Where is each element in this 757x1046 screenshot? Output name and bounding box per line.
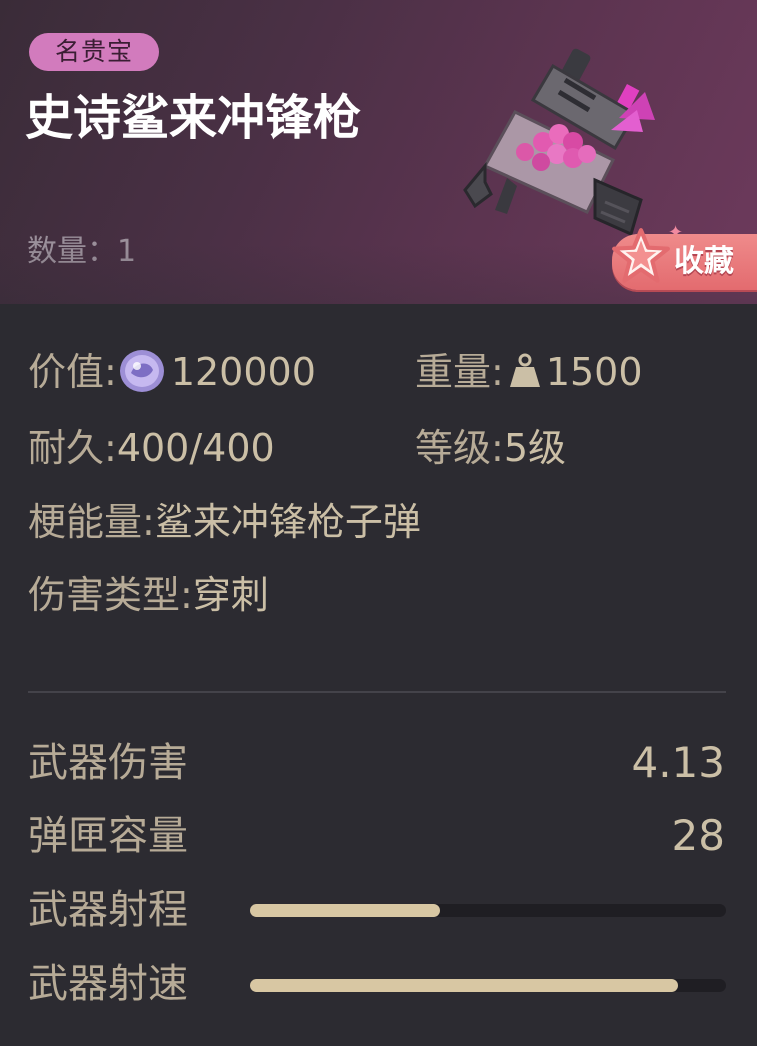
fire-rate-bar bbox=[250, 979, 726, 992]
range-bar bbox=[250, 904, 726, 917]
stat-damage-value: 4.13 bbox=[631, 738, 725, 787]
quantity-value: 1 bbox=[117, 234, 137, 269]
stat-damage-label: 武器伤害 bbox=[28, 740, 188, 786]
damage-type-label: 伤害类型: bbox=[28, 573, 193, 617]
durability-value: 400/400 bbox=[116, 426, 275, 470]
attr-level: 等级:5级 bbox=[415, 423, 566, 473]
weight-icon bbox=[509, 353, 540, 387]
stat-magazine-label: 弹匣容量 bbox=[28, 813, 188, 859]
attr-weight: 重量: 1500 bbox=[415, 347, 643, 397]
divider bbox=[28, 691, 726, 693]
attr-durability: 耐久:400/400 bbox=[28, 423, 275, 473]
star-icon bbox=[612, 228, 670, 283]
value-amount: 120000 bbox=[170, 350, 316, 394]
stat-fire-rate-label: 武器射速 bbox=[28, 961, 188, 1007]
ammo-value: 鲨来冲锋枪子弹 bbox=[154, 500, 421, 544]
level-value: 5级 bbox=[503, 426, 566, 470]
weight-amount: 1500 bbox=[545, 350, 643, 394]
attr-value: 价值: 120000 bbox=[28, 347, 316, 400]
item-name: 史诗鲨来冲锋枪 bbox=[25, 90, 362, 146]
attr-ammo: 梗能量:鲨来冲锋枪子弹 bbox=[28, 497, 421, 547]
item-quantity: 数量：1 bbox=[27, 232, 136, 272]
fire-rate-bar-fill bbox=[250, 979, 679, 992]
favorite-button[interactable]: 收藏 bbox=[612, 228, 757, 290]
ammo-label: 梗能量: bbox=[28, 500, 155, 544]
damage-type-value: 穿刺 bbox=[192, 573, 269, 617]
favorite-label: 收藏 bbox=[674, 244, 734, 279]
item-detail-card: 名贵宝 史诗鲨来冲锋枪 数量：1 ✦ 收藏 价值: 120000 重量: 150… bbox=[0, 0, 757, 1046]
range-bar-fill bbox=[250, 904, 441, 917]
rarity-badge: 名贵宝 bbox=[29, 33, 160, 71]
coin-icon bbox=[119, 349, 164, 392]
quantity-label: 数量： bbox=[27, 234, 117, 269]
stat-magazine-value: 28 bbox=[671, 811, 725, 860]
attr-damage-type: 伤害类型:穿刺 bbox=[28, 570, 269, 620]
durability-label: 耐久: bbox=[28, 426, 117, 470]
stat-range-label: 武器射程 bbox=[28, 887, 188, 933]
weight-label: 重量: bbox=[415, 350, 504, 394]
weapon-image bbox=[463, 48, 655, 237]
value-label: 价值: bbox=[28, 350, 117, 394]
level-label: 等级: bbox=[415, 426, 504, 470]
